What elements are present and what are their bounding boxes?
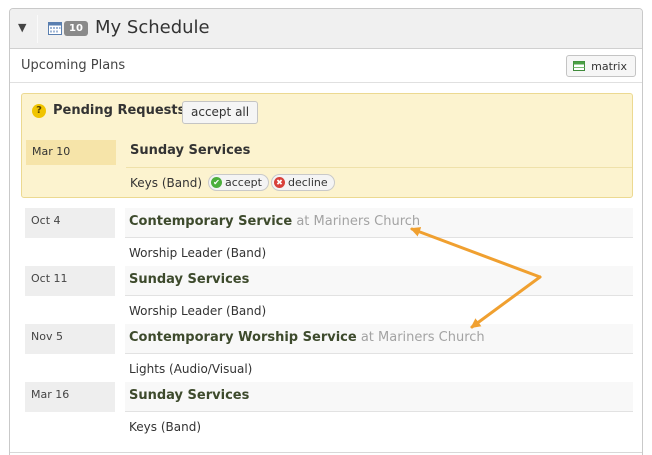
plan-location: at Mariners Church [360, 330, 485, 345]
accept-all-button[interactable]: accept all [182, 101, 259, 124]
matrix-icon [573, 61, 586, 71]
plan-position: Worship Leader (Band) [129, 304, 267, 318]
collapse-toggle[interactable]: ▼ [18, 21, 26, 34]
plan-name[interactable]: Sunday Services [129, 388, 249, 403]
upcoming-plans-bar: Upcoming Plans matrix [10, 49, 642, 83]
plan-header[interactable]: Contemporary Worship Service at Mariners… [125, 324, 633, 354]
plan-location: at Mariners Church [296, 214, 421, 229]
accept-button[interactable]: ✔ accept [208, 174, 269, 191]
accept-label: accept [225, 176, 262, 189]
plan-count-badge: 10 [64, 21, 88, 36]
page-title: My Schedule [95, 17, 210, 38]
decline-label: decline [288, 176, 328, 189]
pending-divider [126, 167, 632, 168]
plan-name[interactable]: Contemporary Service [129, 214, 292, 229]
calendar-icon [48, 22, 62, 35]
plan-header[interactable]: Sunday Services [125, 266, 633, 296]
pending-requests-box: ? Pending Requests accept all Mar 10 Sun… [21, 93, 633, 198]
plan-name[interactable]: Sunday Services [129, 272, 249, 287]
x-icon: ✖ [274, 177, 285, 188]
plan-date: Nov 5 [25, 324, 115, 354]
plan-name[interactable]: Contemporary Worship Service [129, 330, 357, 345]
question-icon: ? [32, 104, 46, 118]
pending-requests-title: Pending Requests [53, 103, 186, 118]
plan-date: Mar 16 [25, 382, 115, 412]
section-title: Upcoming Plans [21, 58, 126, 73]
plan-date: Oct 11 [25, 266, 115, 296]
plan-position: Keys (Band) [129, 420, 201, 434]
my-schedule-panel: ▼ 10 My Schedule Upcoming Plans matrix ?… [9, 8, 643, 455]
plan-header[interactable]: Contemporary Service at Mariners Church [125, 208, 633, 238]
plan-header[interactable]: Sunday Services [125, 382, 633, 412]
plan-position: Worship Leader (Band) [129, 246, 267, 260]
panel-header: ▼ 10 My Schedule [10, 9, 642, 49]
plan-position: Lights (Audio/Visual) [129, 362, 253, 376]
header-separator [37, 15, 38, 43]
pending-plan-name[interactable]: Sunday Services [130, 143, 250, 158]
plan-date: Oct 4 [25, 208, 115, 238]
check-icon: ✔ [211, 177, 222, 188]
pending-date: Mar 10 [26, 140, 116, 165]
pending-position: Keys (Band) [130, 176, 202, 190]
matrix-label: matrix [591, 59, 627, 73]
matrix-button[interactable]: matrix [566, 55, 636, 77]
decline-button[interactable]: ✖ decline [271, 174, 335, 191]
panel-bottom-divider [10, 452, 642, 453]
